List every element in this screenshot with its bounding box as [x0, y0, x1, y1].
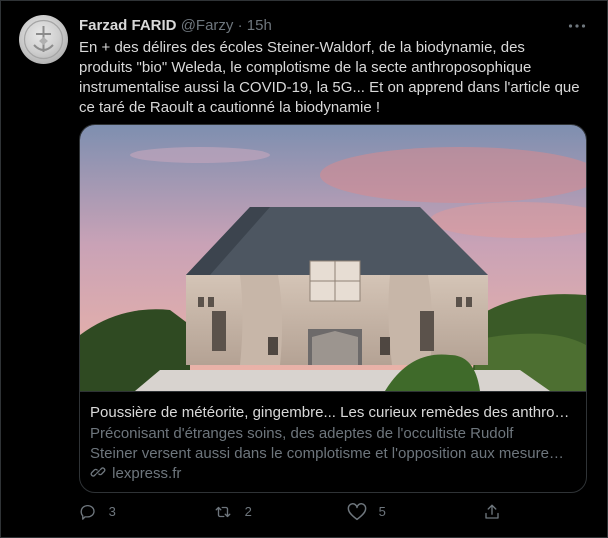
avatar-emblem-icon	[23, 19, 64, 60]
author-handle[interactable]: @Farzy	[181, 17, 234, 34]
tweet-actions: 3 2 5	[79, 500, 591, 524]
reply-icon	[80, 504, 95, 520]
share-icon	[485, 504, 499, 519]
share-button[interactable]	[483, 500, 501, 524]
tweet-time[interactable]: 15h	[247, 17, 272, 34]
card-image	[80, 125, 586, 391]
like-button[interactable]: 5	[347, 500, 386, 524]
card-body: Poussière de météorite, gingembre... Les…	[80, 391, 586, 492]
reply-count: 3	[108, 504, 116, 519]
retweet-button[interactable]: 2	[213, 500, 252, 524]
card-domain: lexpress.fr	[90, 464, 181, 484]
tweet-text: En + des délires des écoles Steiner-Wald…	[79, 39, 580, 116]
link-card[interactable]: Poussière de météorite, gingembre... Les…	[79, 124, 587, 493]
separator: ·	[237, 17, 243, 34]
like-count: 5	[378, 504, 386, 519]
more-icon	[568, 24, 586, 28]
building-photo	[80, 125, 586, 391]
more-button[interactable]	[565, 14, 589, 38]
card-domain-text: lexpress.fr	[112, 465, 182, 482]
author-name[interactable]: Farzad FARID	[79, 17, 177, 34]
retweet-icon	[215, 506, 231, 518]
link-icon	[90, 467, 106, 477]
reply-button[interactable]: 3	[79, 500, 116, 524]
card-title: Poussière de météorite, gingembre... Les…	[90, 404, 570, 421]
retweet-count: 2	[244, 504, 252, 519]
avatar[interactable]	[19, 15, 68, 64]
tweet-header: Farzad FARID @Farzy · 15h	[79, 16, 272, 36]
card-description: Préconisant d'étranges soins, des adepte…	[90, 425, 564, 462]
like-icon	[347, 503, 367, 521]
